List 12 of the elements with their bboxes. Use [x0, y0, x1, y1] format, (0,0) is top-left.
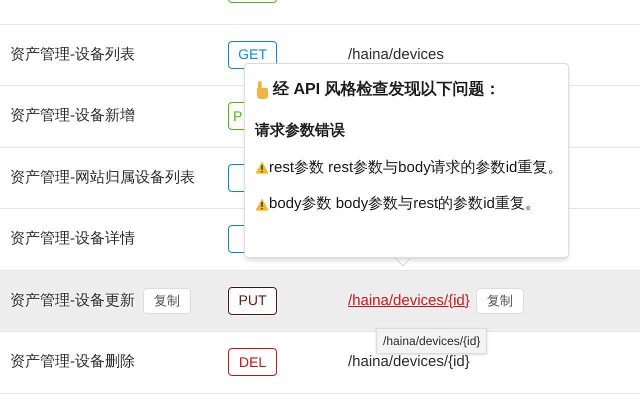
- api-name: 资产管理-设备更新: [10, 290, 135, 310]
- warning-text: rest参数 rest参数与body请求的参数id重复。: [269, 158, 562, 178]
- api-name: 资产管理-设备详情: [10, 229, 135, 249]
- api-name: 资产管理-网站归属设备列表: [10, 168, 195, 188]
- path-text: /haina/devices/{id}: [348, 352, 470, 372]
- api-name: 资产管理-设备列表: [10, 44, 135, 64]
- api-name: 资产管理-设备新增: [10, 106, 135, 126]
- api-name: 资产管理-设备删除: [10, 352, 135, 372]
- method-badge: PUT: [228, 286, 277, 315]
- path-text: /haina/devices: [348, 44, 444, 64]
- method-badge: DEL: [228, 348, 277, 376]
- tooltip: /haina/devices/{id}: [376, 328, 488, 354]
